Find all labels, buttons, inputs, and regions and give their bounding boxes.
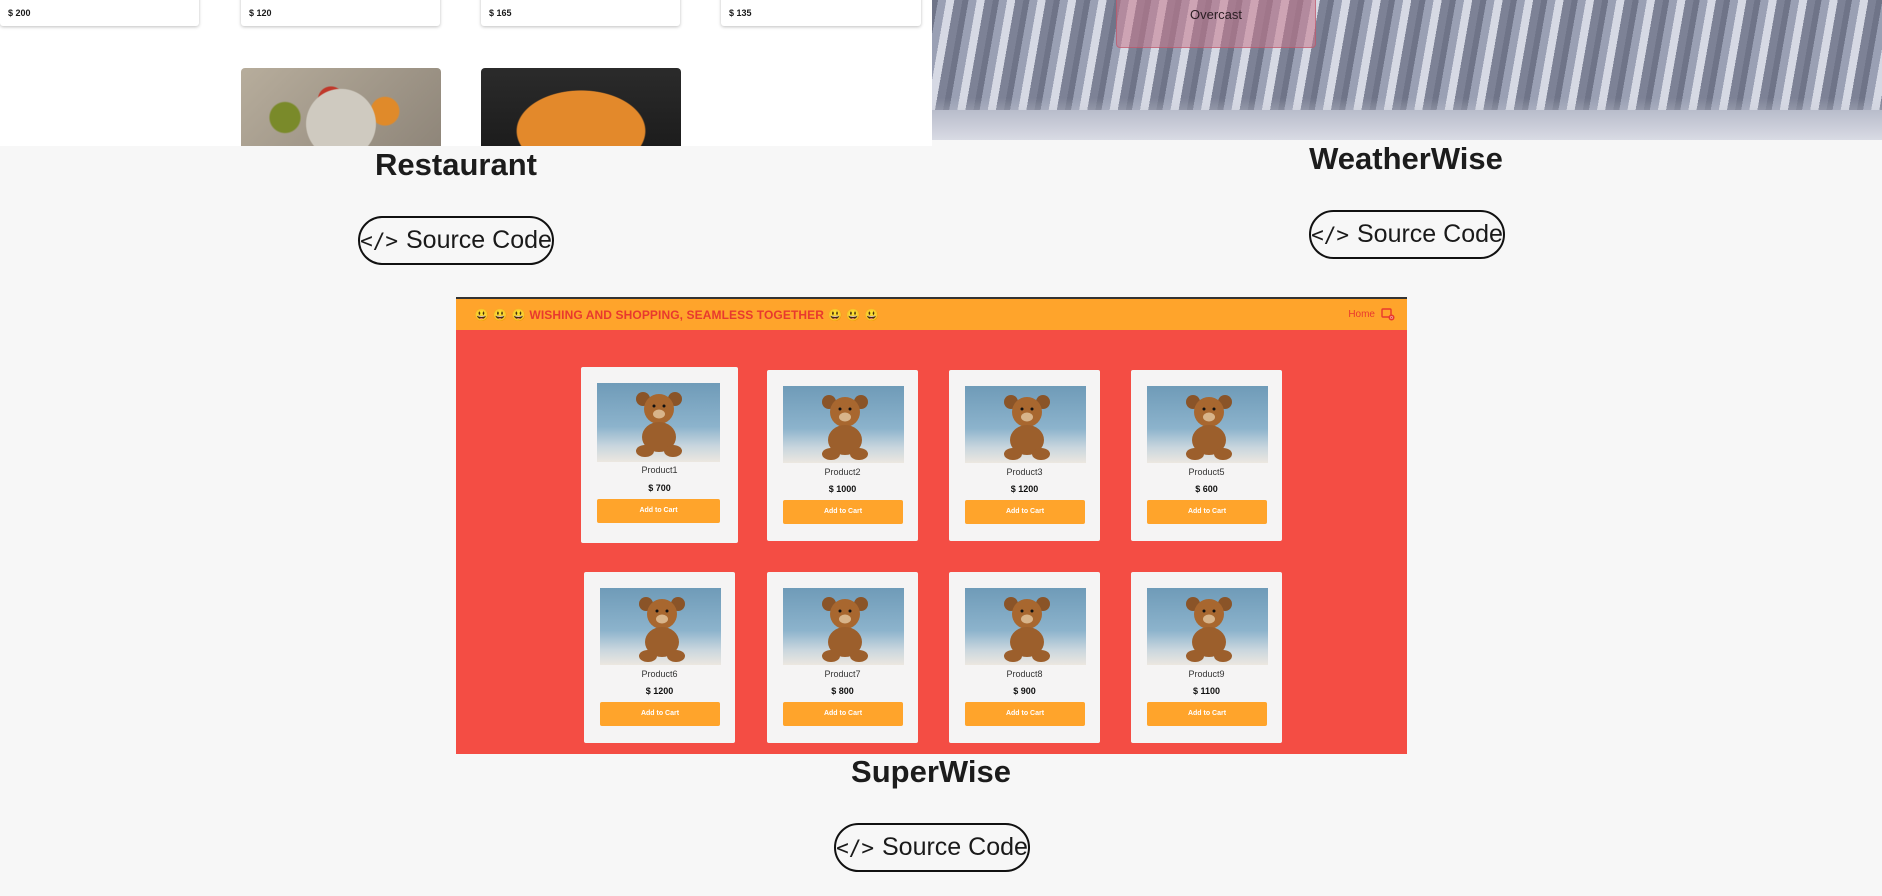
teddy-bear-icon [822,395,868,460]
product-name: Product5 [1188,467,1225,477]
menu-item-price: $ 200 [8,8,31,18]
teddy-bear-icon [1186,597,1232,662]
product-image [965,386,1086,463]
nav-home-link[interactable]: Home [1348,309,1375,320]
superwise-project-title: SuperWise [851,754,1011,789]
product-price: $ 1200 [1010,484,1039,494]
product-image [597,383,720,462]
product-card: Product5 $ 600 Add to Cart [1131,370,1282,541]
teddy-bear-icon [639,597,685,662]
product-price: $ 600 [1195,484,1218,494]
product-name: Product9 [1188,669,1225,679]
product-card: Product1 $ 700 Add to Cart [581,367,738,543]
product-image [600,588,721,665]
add-to-cart-button[interactable]: Add to Cart [1147,500,1267,524]
menu-item-price: $ 165 [489,8,512,18]
code-icon: </> [1311,222,1349,247]
product-card: Product8 $ 900 Add to Cart [949,572,1100,743]
product-price: $ 1000 [828,484,857,494]
superwise-preview-screenshot: 😃 😃 😃 WISHING AND SHOPPING, SEAMLESS TOG… [456,297,1407,754]
cart-icon[interactable]: 0 [1381,308,1395,321]
superwise-source-code-button[interactable]: </> Source Code [834,823,1030,872]
add-to-cart-button[interactable]: Add to Cart [783,702,903,726]
teddy-bear-icon [1186,395,1232,460]
weatherwise-project-title: WeatherWise [1309,141,1503,176]
product-card: Product7 $ 800 Add to Cart [767,572,918,743]
product-name: Product2 [824,467,861,477]
restaurant-preview-screenshot: $ 200 $ 120 $ 165 $ 135 [0,0,932,146]
source-code-label: Source Code [882,833,1028,861]
product-price: $ 1100 [1192,686,1221,696]
menu-item-price: $ 135 [729,8,752,18]
restaurant-source-code-button[interactable]: </> Source Code [358,216,554,265]
product-name: Product3 [1006,467,1043,477]
product-card: Product6 $ 1200 Add to Cart [584,572,735,743]
product-price: $ 700 [648,483,671,493]
superwise-tagline: 😃 😃 😃 WISHING AND SHOPPING, SEAMLESS TOG… [474,307,880,322]
product-price: $ 800 [831,686,854,696]
product-name: Product7 [824,669,861,679]
teddy-bear-icon [822,597,868,662]
source-code-label: Source Code [406,226,552,254]
product-card: Product3 $ 1200 Add to Cart [949,370,1100,541]
weather-condition-card: Overcast [1116,0,1316,48]
product-name: Product6 [641,669,678,679]
add-to-cart-button[interactable]: Add to Cart [965,500,1085,524]
product-price: $ 1200 [645,686,674,696]
product-price: $ 900 [1013,686,1036,696]
menu-item-card: $ 120 [241,0,440,26]
menu-item-price: $ 120 [249,8,272,18]
product-image [965,588,1086,665]
snow-ground [932,110,1882,140]
weatherwise-preview-screenshot: Overcast [932,0,1882,140]
product-image [783,386,904,463]
add-to-cart-button[interactable]: Add to Cart [1147,702,1267,726]
curry-food-image [481,68,681,146]
product-name: Product1 [641,465,678,475]
thali-food-image [241,68,441,146]
product-name: Product8 [1006,669,1043,679]
product-image [783,588,904,665]
menu-item-card: $ 165 [481,0,680,26]
weatherwise-source-code-button[interactable]: </> Source Code [1309,210,1505,259]
teddy-bear-icon [1004,395,1050,460]
add-to-cart-button[interactable]: Add to Cart [965,702,1085,726]
teddy-bear-icon [1004,597,1050,662]
menu-item-card: $ 135 [721,0,921,26]
product-card: Product2 $ 1000 Add to Cart [767,370,918,541]
add-to-cart-button[interactable]: Add to Cart [597,499,720,523]
add-to-cart-button[interactable]: Add to Cart [600,702,720,726]
restaurant-project-title: Restaurant [375,147,537,182]
product-image [1147,588,1268,665]
superwise-navbar: 😃 😃 😃 WISHING AND SHOPPING, SEAMLESS TOG… [456,297,1407,330]
menu-item-card: $ 200 [0,0,199,26]
source-code-label: Source Code [1357,220,1503,248]
teddy-bear-icon [636,392,682,457]
product-image [1147,386,1268,463]
code-icon: </> [836,835,874,860]
code-icon: </> [360,228,398,253]
weather-condition-text: Overcast [1189,7,1242,22]
add-to-cart-button[interactable]: Add to Cart [783,500,903,524]
product-card: Product9 $ 1100 Add to Cart [1131,572,1282,743]
